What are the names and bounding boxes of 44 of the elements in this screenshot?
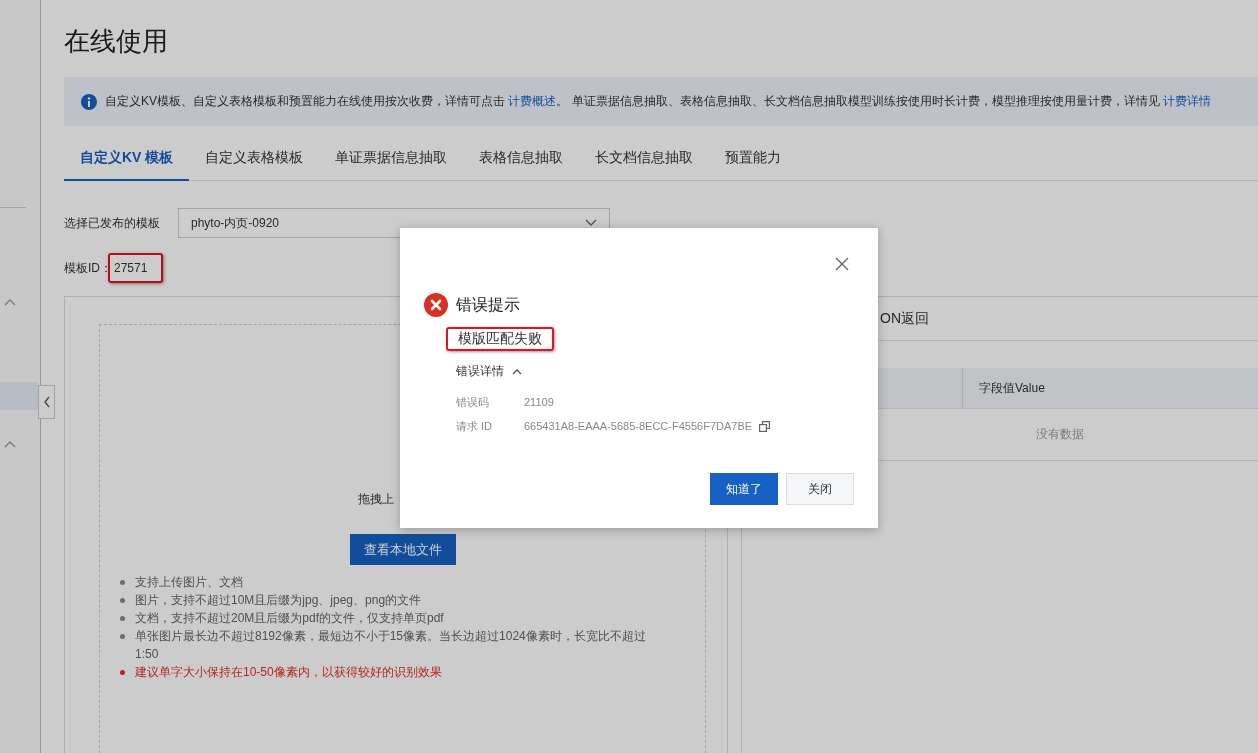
info-icon (81, 93, 97, 110)
page-title: 在线使用 (64, 25, 169, 57)
tab[interactable]: 预置能力 (709, 139, 798, 181)
detail-label: 请求 ID (456, 419, 494, 434)
dialog-title: 错误提示 (456, 294, 520, 315)
tab[interactable]: 长文档信息抽取 (579, 139, 710, 181)
column-header: 字段值Value (979, 379, 1045, 397)
result-title: ON返回 (880, 309, 929, 328)
collapse-handle[interactable] (38, 385, 55, 419)
select-label: 选择已发布的模板 (64, 214, 160, 232)
template-id: 27571 (108, 253, 164, 283)
close-button[interactable]: 关闭 (786, 473, 854, 505)
pricing-link[interactable]: 计费概述 (508, 94, 557, 108)
chevron-up-icon[interactable] (4, 298, 16, 306)
error-icon (424, 293, 448, 317)
tab[interactable]: 单证票据信息抽取 (319, 139, 464, 181)
chevron-up-icon (512, 368, 522, 375)
drop-hint: 拖拽上 (358, 491, 394, 508)
browse-button[interactable]: 查看本地文件 (349, 534, 456, 565)
upload-rule: 单张图片最长边不超过8192像素，最短边不小于15像素。当长边超过1024像素时，长宽比不超过1:50 (135, 628, 647, 663)
detail-value: 21109 (524, 395, 554, 410)
upload-rule: 支持上传图片、文档 (135, 574, 243, 591)
upload-rule: 建议单字大小保持在10-50像素内，以获得较好的识别效果 (135, 664, 442, 681)
bullet-icon (120, 580, 125, 585)
caret-icon (585, 219, 597, 227)
upload-rule: 图片，支持不超过10M且后缀为jpg、jpeg、png的文件 (135, 592, 422, 609)
copy-icon[interactable] (759, 420, 771, 432)
bullet-icon (120, 634, 125, 639)
detail-label: 错误码 (456, 395, 490, 410)
tab[interactable]: 表格信息抽取 (463, 139, 580, 181)
tab[interactable]: 自定义表格模板 (189, 139, 320, 181)
confirm-button[interactable]: 知道了 (710, 473, 778, 505)
bullet-icon (120, 670, 125, 675)
pricing-link[interactable]: 计费详情 (1163, 94, 1211, 108)
notice-text: 自定义KV模板、自定义表格模板和预置能力在线使用按次收费，详情可点击 计费概述。 单证票据信息抽取、表格信息抽取、长文档信息抽取模型训练按使用时长计费，模型推理按使用量计费，详情见 计费详情 (105, 93, 1211, 110)
chevron-up-icon[interactable] (4, 440, 16, 448)
error-message: 模版匹配失败 (446, 327, 554, 351)
details-toggle[interactable]: 错误详情 (456, 363, 522, 380)
tab[interactable]: 自定义KV 模板 (64, 139, 190, 181)
empty-text: 没有数据 (1036, 426, 1084, 443)
close-icon[interactable] (834, 256, 850, 272)
bullet-icon (120, 598, 125, 603)
bullet-icon (120, 616, 125, 621)
upload-rule: 文档，支持不超过20M且后缀为pdf的文件，仅支持单页pdf (135, 610, 444, 627)
